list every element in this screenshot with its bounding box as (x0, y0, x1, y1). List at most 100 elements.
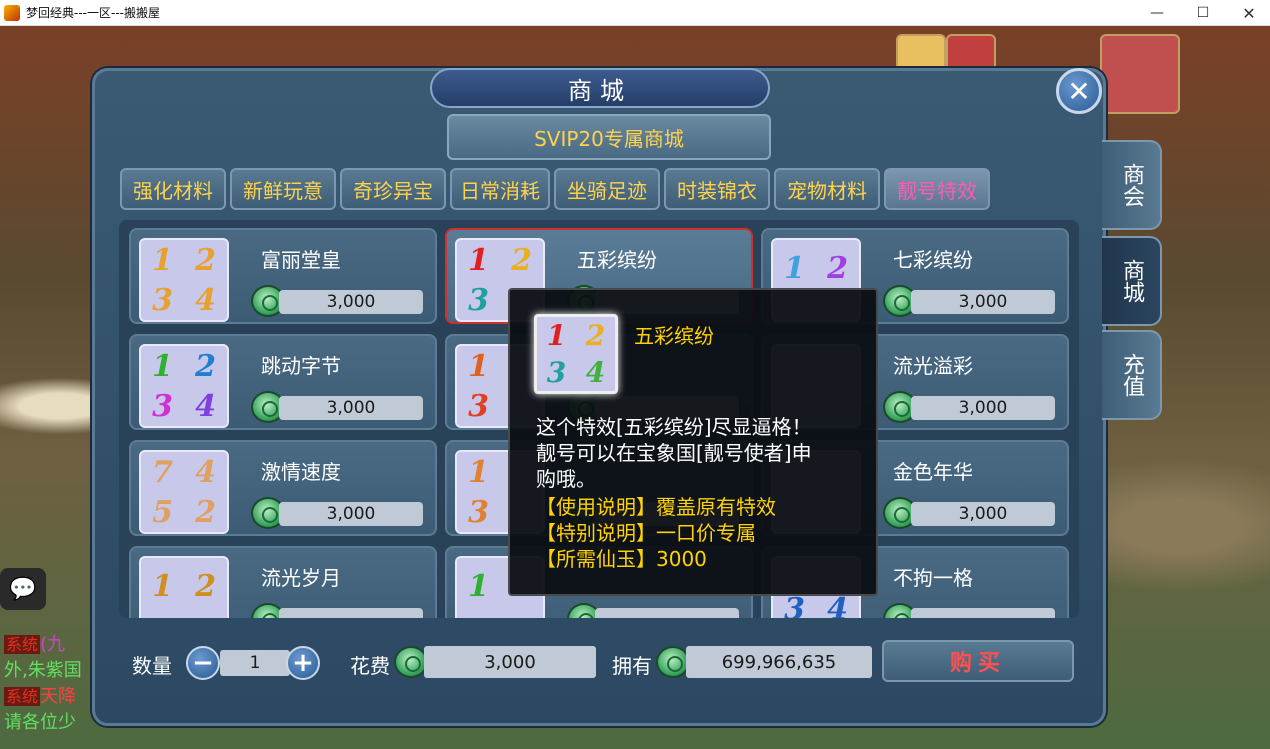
tab-novelties[interactable]: 新鲜玩意 (230, 168, 336, 210)
digit-glyph: 1 (468, 569, 489, 605)
tab-vanity-effects[interactable]: 靓号特效 (884, 168, 990, 210)
digit-glyph: 3 (152, 388, 173, 424)
digit-glyph: 3 (546, 356, 567, 389)
chat-text: (九 (40, 634, 66, 655)
tab-pet-materials[interactable]: 宠物材料 (774, 168, 880, 210)
digit-glyph: 7 (152, 454, 173, 490)
side-tab-label: 商会 (1119, 163, 1144, 207)
side-tab-label: 商城 (1119, 259, 1144, 303)
cost-field: 3,000 (424, 646, 596, 678)
side-tab-recharge[interactable]: 充值 (1102, 330, 1162, 420)
digit-glyph: 2 (195, 242, 216, 278)
tab-mount-footprints[interactable]: 坐骑足迹 (554, 168, 660, 210)
digit-glyph: 1 (468, 454, 489, 490)
item-price (911, 608, 1055, 618)
digit-glyph: 5 (152, 494, 173, 530)
tab-enhance-materials[interactable]: 强化材料 (120, 168, 226, 210)
digit-glyph: 1 (152, 242, 173, 278)
item-price (279, 608, 423, 618)
chat-text: 外,朱紫国 (4, 660, 82, 681)
buy-button[interactable]: 购买 (882, 640, 1074, 682)
item-name: 五彩缤纷 (577, 248, 657, 272)
side-tab-label: 充值 (1119, 353, 1144, 397)
app-icon (4, 4, 20, 21)
shop-title: 商城 (430, 68, 770, 108)
chat-line: 外,朱紫国 (4, 658, 82, 684)
item-icon: 1234 (139, 238, 229, 322)
tab-fashion[interactable]: 时装锦衣 (664, 168, 770, 210)
item-name: 跳动字节 (261, 354, 341, 378)
maximize-button[interactable]: ☐ (1180, 0, 1226, 26)
tooltip-cost: 【所需仙玉】3000 (536, 547, 707, 571)
jade-currency-icon (394, 646, 428, 678)
tooltip-desc-line: 靓号可以在宝象国[靓号使者]申 (536, 441, 812, 465)
quantity-label: 数量 (132, 654, 172, 678)
digit-glyph: 2 (827, 251, 848, 287)
item-name: 七彩缤纷 (893, 248, 973, 272)
quantity-field[interactable]: 1 (220, 650, 290, 676)
digit-glyph: 3 (468, 494, 489, 530)
digit-glyph: 1 (546, 319, 567, 352)
cost-label: 花费 (350, 654, 390, 678)
item-name: 金色年华 (893, 460, 973, 484)
item-icon: 7452 (139, 450, 229, 534)
item-card[interactable]: 7 4 5 2 激情速度 3,000 (129, 440, 437, 536)
item-price: 3,000 (279, 290, 423, 314)
owned-label: 拥有 (612, 654, 652, 678)
tooltip-item-name: 五彩缤纷 (634, 324, 714, 348)
minimize-button[interactable]: — (1134, 0, 1180, 26)
item-name: 流光溢彩 (893, 354, 973, 378)
side-tab-mall[interactable]: 商城 (1102, 236, 1162, 326)
tooltip-usage: 【使用说明】覆盖原有特效 (536, 495, 776, 519)
digit-glyph: 1 (468, 242, 489, 278)
item-name: 富丽堂皇 (261, 248, 341, 272)
item-price: 3,000 (911, 502, 1055, 526)
digit-glyph: 2 (585, 319, 606, 352)
item-name: 激情速度 (261, 460, 341, 484)
chat-line: 系统 天降 (4, 684, 82, 710)
jade-currency-icon (656, 646, 690, 678)
digit-glyph: 3 (152, 282, 173, 318)
tooltip-desc-line: 购哦。 (536, 467, 596, 491)
item-name: 不拘一格 (893, 566, 973, 590)
quantity-plus-button[interactable]: + (286, 646, 320, 680)
system-tag: 系统 (4, 687, 41, 706)
item-price (595, 608, 739, 618)
chat-bubble-icon[interactable]: 💬 (0, 568, 46, 610)
item-price: 3,000 (911, 290, 1055, 314)
chat-line: 请各位少 (4, 710, 82, 736)
digit-glyph: 1 (152, 569, 173, 605)
item-price: 3,000 (279, 396, 423, 420)
system-tag: 系统 (4, 635, 41, 654)
shop-close-button[interactable]: ✕ (1056, 68, 1102, 114)
side-tab-guild-shop[interactable]: 商会 (1102, 140, 1162, 230)
player-avatar[interactable] (1100, 34, 1180, 114)
tab-treasures[interactable]: 奇珍异宝 (340, 168, 446, 210)
digit-glyph: 4 (195, 388, 216, 424)
digit-glyph: 2 (195, 494, 216, 530)
tooltip-description: 这个特效[五彩缤纷]尽显逼格！ 靓号可以在宝象国[靓号使者]申 购哦。 (536, 414, 866, 492)
svip-shop-button[interactable]: SVIP20专属商城 (447, 114, 771, 160)
digit-glyph: 2 (195, 569, 216, 605)
item-card[interactable]: 1 2 3 4 跳动字节 3,000 (129, 334, 437, 430)
digit-glyph: 1 (784, 251, 805, 287)
tooltip-desc-line: 这个特效[五彩缤纷]尽显逼格！ (536, 415, 812, 439)
chat-line: 系统 (九 (4, 632, 82, 658)
digit-glyph: 4 (195, 454, 216, 490)
window-titlebar: 梦回经典---一区---搬搬屋 — ☐ ✕ (0, 0, 1270, 26)
tab-daily-consumables[interactable]: 日常消耗 (450, 168, 550, 210)
digit-glyph: 1 (152, 348, 173, 384)
window-title: 梦回经典---一区---搬搬屋 (26, 6, 160, 20)
tooltip-item-icon: 1 2 3 4 (534, 314, 618, 394)
item-tooltip: 1 2 3 4 五彩缤纷 这个特效[五彩缤纷]尽显逼格！ 靓号可以在宝象国[靓号… (508, 288, 878, 596)
quantity-minus-button[interactable]: − (186, 646, 220, 680)
tooltip-details: 【使用说明】覆盖原有特效 【特别说明】一口价专属 【所需仙玉】3000 (536, 494, 776, 572)
chat-text: 天降 (40, 686, 77, 707)
digit-glyph: 2 (195, 348, 216, 384)
item-name: 流光岁月 (261, 566, 341, 590)
digit-glyph: 4 (585, 356, 606, 389)
item-card[interactable]: 1 2 流光岁月 (129, 546, 437, 618)
item-card[interactable]: 1 2 3 4 富丽堂皇 3,000 (129, 228, 437, 324)
digit-glyph: 3 (468, 388, 489, 424)
window-close-button[interactable]: ✕ (1226, 0, 1270, 26)
